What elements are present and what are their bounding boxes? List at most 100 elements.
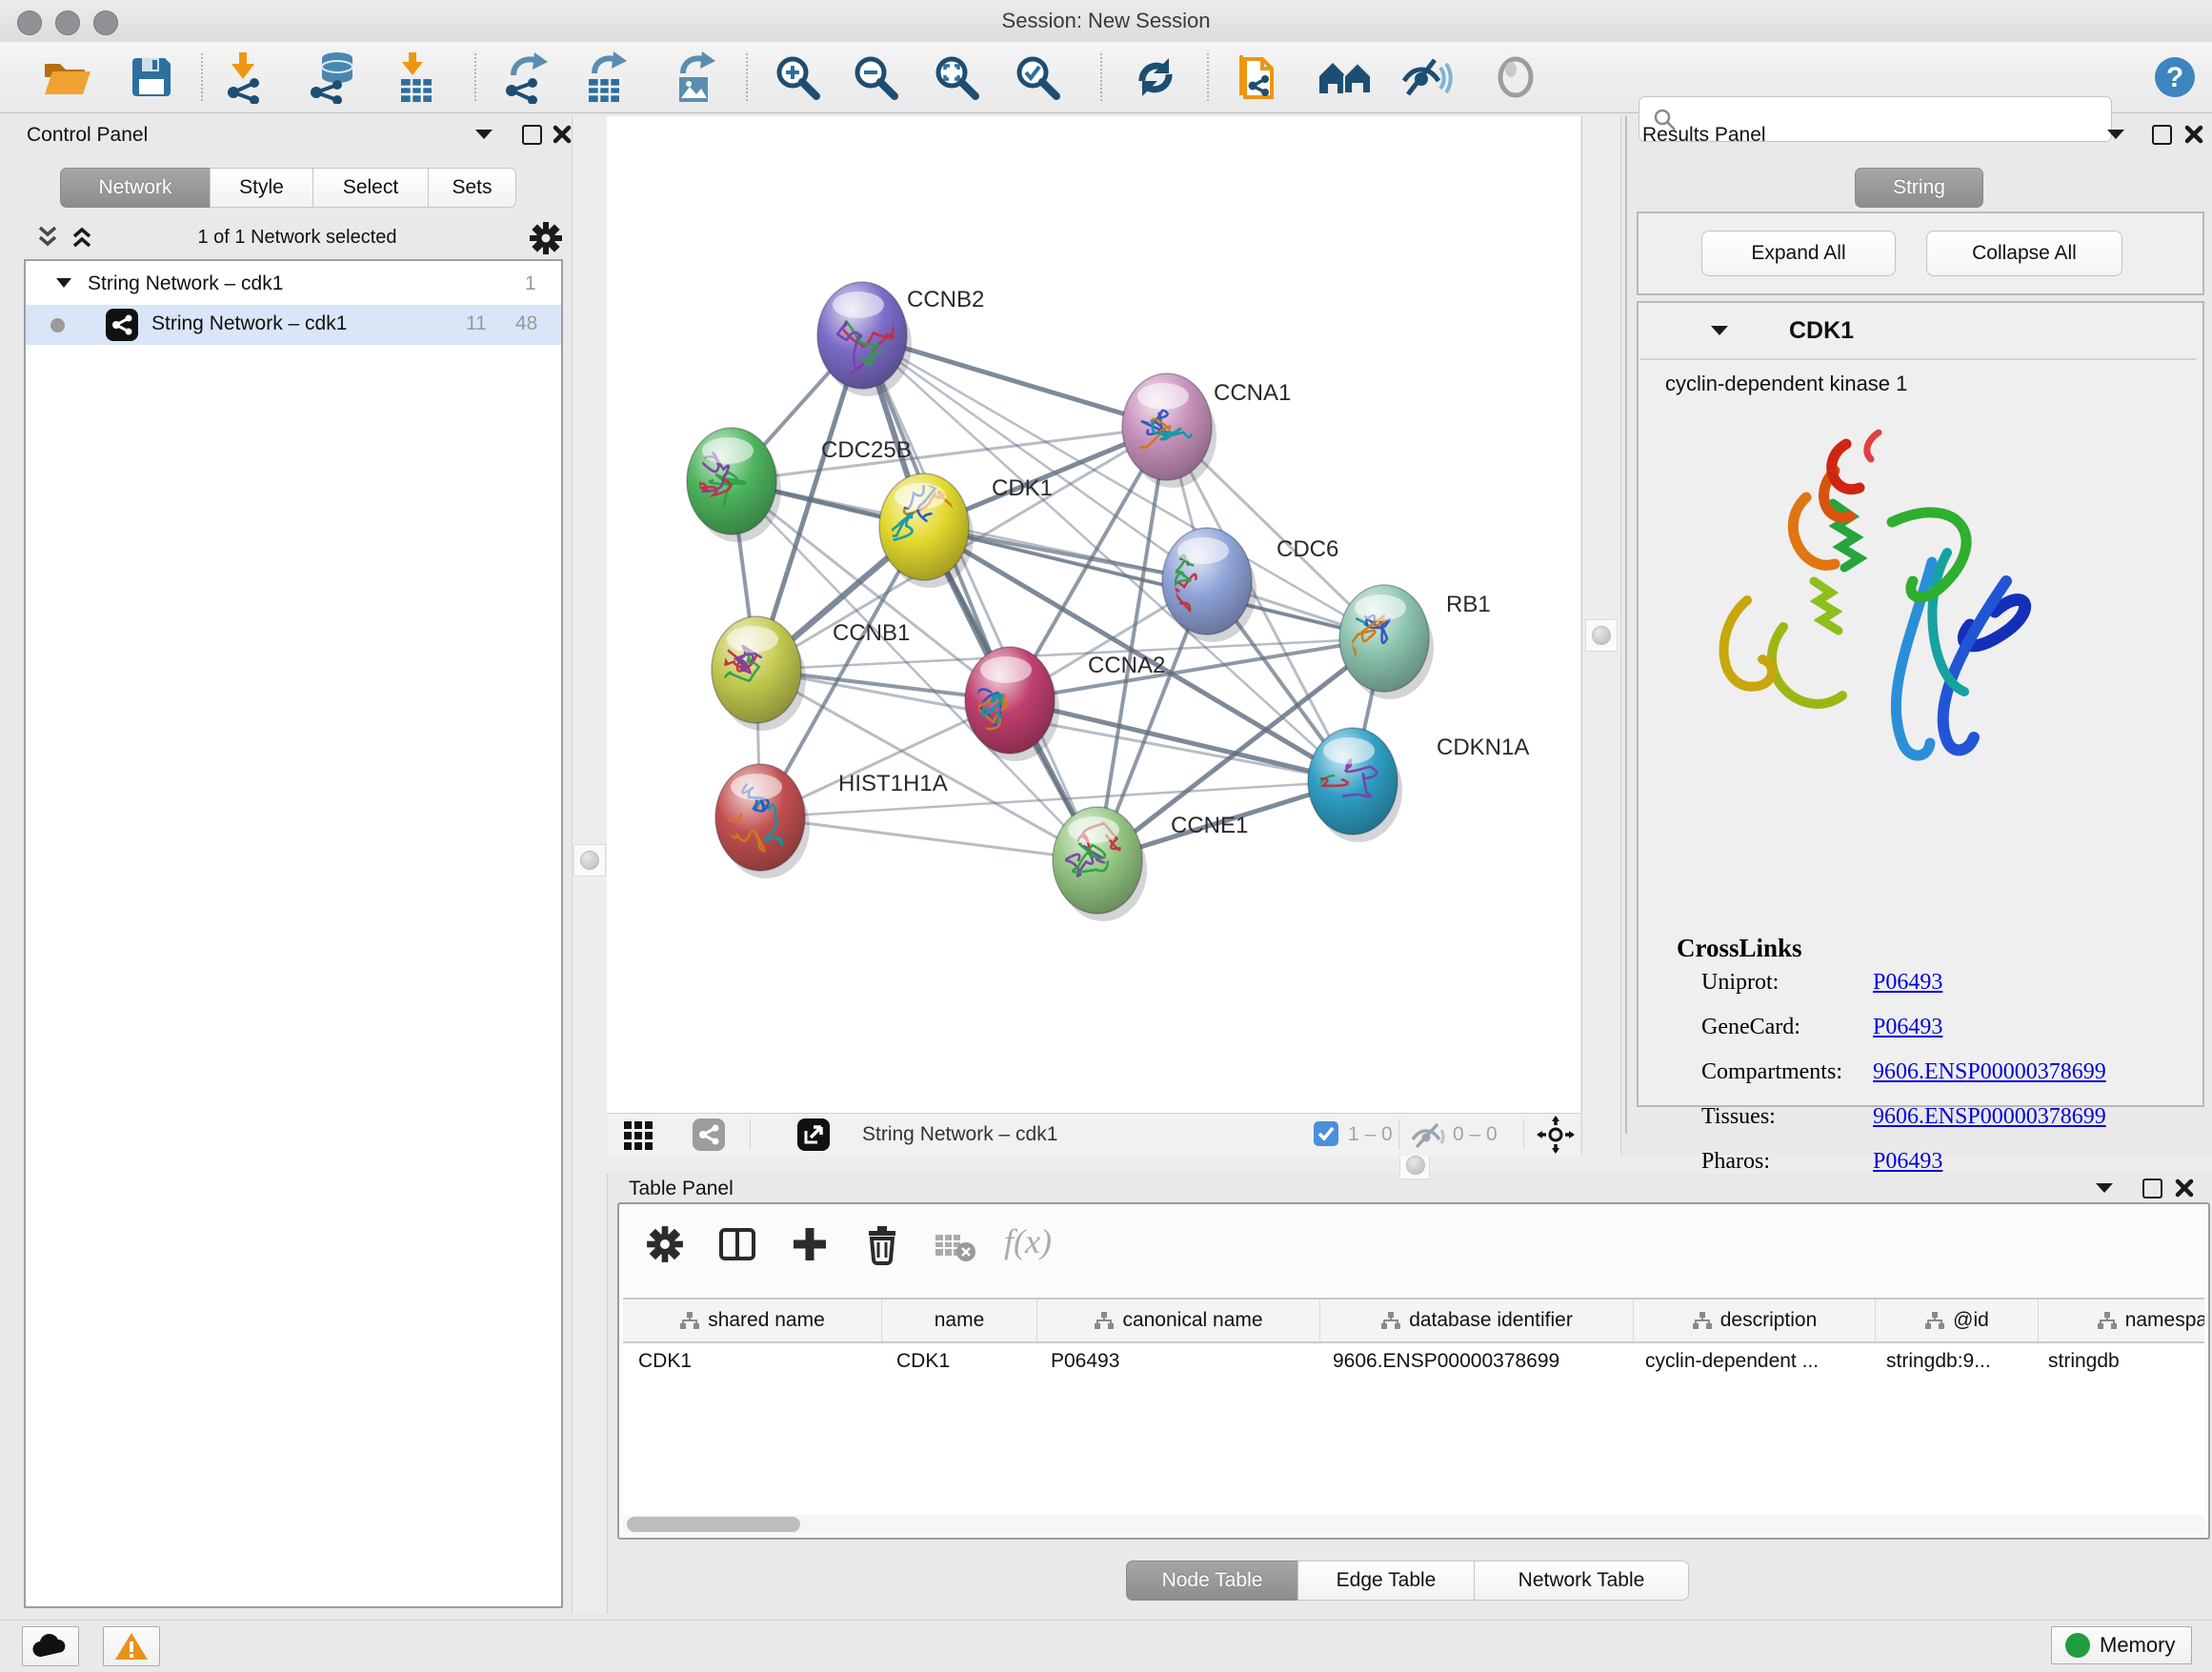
node-label-CCNA2: CCNA2 [1088, 653, 1165, 678]
zoom-in-icon[interactable] [773, 52, 822, 102]
tab-style[interactable]: Style [210, 168, 313, 208]
zoom-selected-icon[interactable] [1013, 52, 1062, 102]
left-splitter-handle[interactable] [573, 844, 606, 876]
protein-disclosure-icon[interactable] [1711, 326, 1728, 335]
expand-all-button[interactable]: Expand All [1701, 231, 1896, 276]
import-network-icon[interactable] [222, 50, 271, 104]
zoom-out-icon[interactable] [851, 52, 900, 102]
node-CCNE1[interactable]: CCNE1 [1053, 807, 1248, 921]
panel-float-icon[interactable] [2152, 125, 2172, 145]
network-collection-row[interactable]: String Network – cdk1 1 [26, 265, 561, 305]
edge-HIST1H1A-CCNE1[interactable] [760, 817, 1097, 860]
table-row[interactable]: CDK1CDK1P064939606.ENSP00000378699cyclin… [623, 1341, 2204, 1381]
column-header-namespace[interactable]: namespace [2038, 1299, 2204, 1341]
crosslink-link[interactable]: P06493 [1873, 970, 1942, 996]
collapse-all-icon[interactable] [38, 226, 70, 249]
table-cell[interactable]: stringdb:9... [1871, 1341, 2033, 1381]
table-hscrollbar-thumb[interactable] [627, 1517, 800, 1532]
left-splitter[interactable] [572, 116, 608, 1614]
detach-view-icon[interactable] [797, 1118, 830, 1151]
expand-all-icon[interactable] [72, 226, 105, 249]
gear-icon[interactable] [529, 221, 563, 255]
render-eye-icon[interactable] [1494, 55, 1538, 99]
disclosure-triangle-icon[interactable] [56, 278, 71, 288]
horizontal-splitter[interactable] [607, 1155, 2212, 1174]
tab-node-table[interactable]: Node Table [1126, 1561, 1298, 1601]
export-image-icon[interactable] [670, 50, 721, 104]
node-CCNB1[interactable]: CCNB1 [712, 616, 910, 731]
open-session-icon[interactable] [41, 54, 92, 100]
tab-select[interactable]: Select [312, 168, 429, 208]
table-cell[interactable]: CDK1 [881, 1341, 1036, 1381]
crosslink-link[interactable]: 9606.ENSP00000378699 [1873, 1059, 2106, 1085]
node-label-CCNB2: CCNB2 [907, 287, 984, 312]
node-CDC6[interactable]: CDC6 [1132, 525, 1339, 643]
save-session-icon[interactable] [129, 54, 174, 100]
panel-menu-icon[interactable] [475, 130, 493, 139]
tab-edge-table[interactable]: Edge Table [1297, 1561, 1475, 1601]
help-icon[interactable]: ? [2153, 55, 2197, 99]
table-hscrollbar[interactable] [623, 1515, 2204, 1534]
collapse-all-button[interactable]: Collapse All [1926, 231, 2122, 276]
selected-checkbox-icon[interactable] [1314, 1121, 1338, 1146]
tab-network-table[interactable]: Network Table [1474, 1561, 1689, 1601]
export-network-icon[interactable] [500, 50, 552, 104]
panel-close-icon[interactable] [553, 125, 572, 144]
add-column-icon[interactable] [791, 1225, 829, 1263]
table-cell[interactable]: cyclin-dependent ... [1630, 1341, 1871, 1381]
panel-float-icon[interactable] [2142, 1178, 2162, 1199]
panel-float-icon[interactable] [522, 125, 542, 145]
column-label: description [1720, 1309, 1818, 1332]
share-file-icon[interactable] [1237, 50, 1287, 105]
birds-eye-icon[interactable] [693, 1118, 725, 1151]
column-header-canonical-name[interactable]: canonical name [1036, 1299, 1319, 1341]
column-header-name[interactable]: name [881, 1299, 1036, 1341]
tab-sets[interactable]: Sets [428, 168, 516, 208]
node-CDK1[interactable]: CDK1 [872, 473, 1053, 588]
panel-menu-icon[interactable] [2096, 1183, 2113, 1193]
memory-button[interactable]: Memory [2051, 1626, 2192, 1664]
network-row-selected[interactable]: String Network – cdk1 11 48 [26, 305, 561, 345]
import-table-icon[interactable] [393, 50, 439, 104]
column-header-database-identifier[interactable]: database identifier [1319, 1299, 1633, 1341]
home-networks-icon[interactable] [1317, 55, 1375, 99]
delete-column-icon[interactable] [863, 1223, 901, 1265]
panel-close-icon[interactable] [2175, 1178, 2194, 1198]
tab-network[interactable]: Network [60, 168, 211, 208]
import-database-icon[interactable] [309, 50, 362, 104]
node-CCNA2[interactable]: CCNA2 [965, 647, 1165, 761]
column-header--id[interactable]: @id [1875, 1299, 2038, 1341]
node-CDC25B[interactable]: CDC25B [674, 428, 911, 542]
right-splitter[interactable] [1581, 116, 1621, 1155]
zoom-fit-icon[interactable] [932, 52, 981, 102]
crosslink-link[interactable]: 9606.ENSP00000378699 [1873, 1104, 2106, 1130]
column-header-description[interactable]: description [1633, 1299, 1875, 1341]
hide-show-graphics-icon[interactable] [1400, 54, 1454, 100]
node-label-CDC6: CDC6 [1277, 536, 1338, 562]
export-table-icon[interactable] [581, 50, 633, 104]
table-cell[interactable]: P06493 [1036, 1341, 1317, 1381]
table-cell[interactable]: 9606.ENSP00000378699 [1317, 1341, 1630, 1381]
table-cell[interactable]: stringdb [2033, 1341, 2204, 1381]
node-CCNB2[interactable]: CCNB2 [817, 282, 984, 396]
network-canvas[interactable]: CCNB2CCNA1CDC25BCDK1CDC6RB1CCNB1CCNA2CDK… [607, 116, 1580, 1113]
node-CDKN1A[interactable]: CDKN1A [1282, 728, 1530, 844]
right-splitter-handle[interactable] [1585, 619, 1618, 652]
table-cell[interactable]: CDK1 [623, 1341, 881, 1381]
crosslink-link[interactable]: P06493 [1873, 1015, 1942, 1040]
table-gear-icon[interactable] [646, 1225, 684, 1263]
grid-view-icon[interactable] [624, 1121, 653, 1150]
panel-close-icon[interactable] [2184, 125, 2203, 144]
node-label-CDK1: CDK1 [992, 475, 1053, 501]
column-header-shared-name[interactable]: shared name [623, 1299, 881, 1341]
node-HIST1H1A[interactable]: HIST1H1A [715, 764, 948, 878]
warnings-button[interactable] [103, 1626, 160, 1666]
show-columns-icon[interactable] [718, 1225, 756, 1263]
panel-menu-icon[interactable] [2107, 130, 2124, 139]
tab-string[interactable]: String [1855, 168, 1983, 208]
refresh-icon[interactable] [1131, 52, 1180, 102]
crosslink-link[interactable]: P06493 [1873, 1149, 1942, 1175]
fit-content-icon[interactable] [1537, 1116, 1575, 1154]
node-CCNA1[interactable]: CCNA1 [1122, 373, 1291, 488]
cloud-button[interactable] [22, 1626, 79, 1666]
